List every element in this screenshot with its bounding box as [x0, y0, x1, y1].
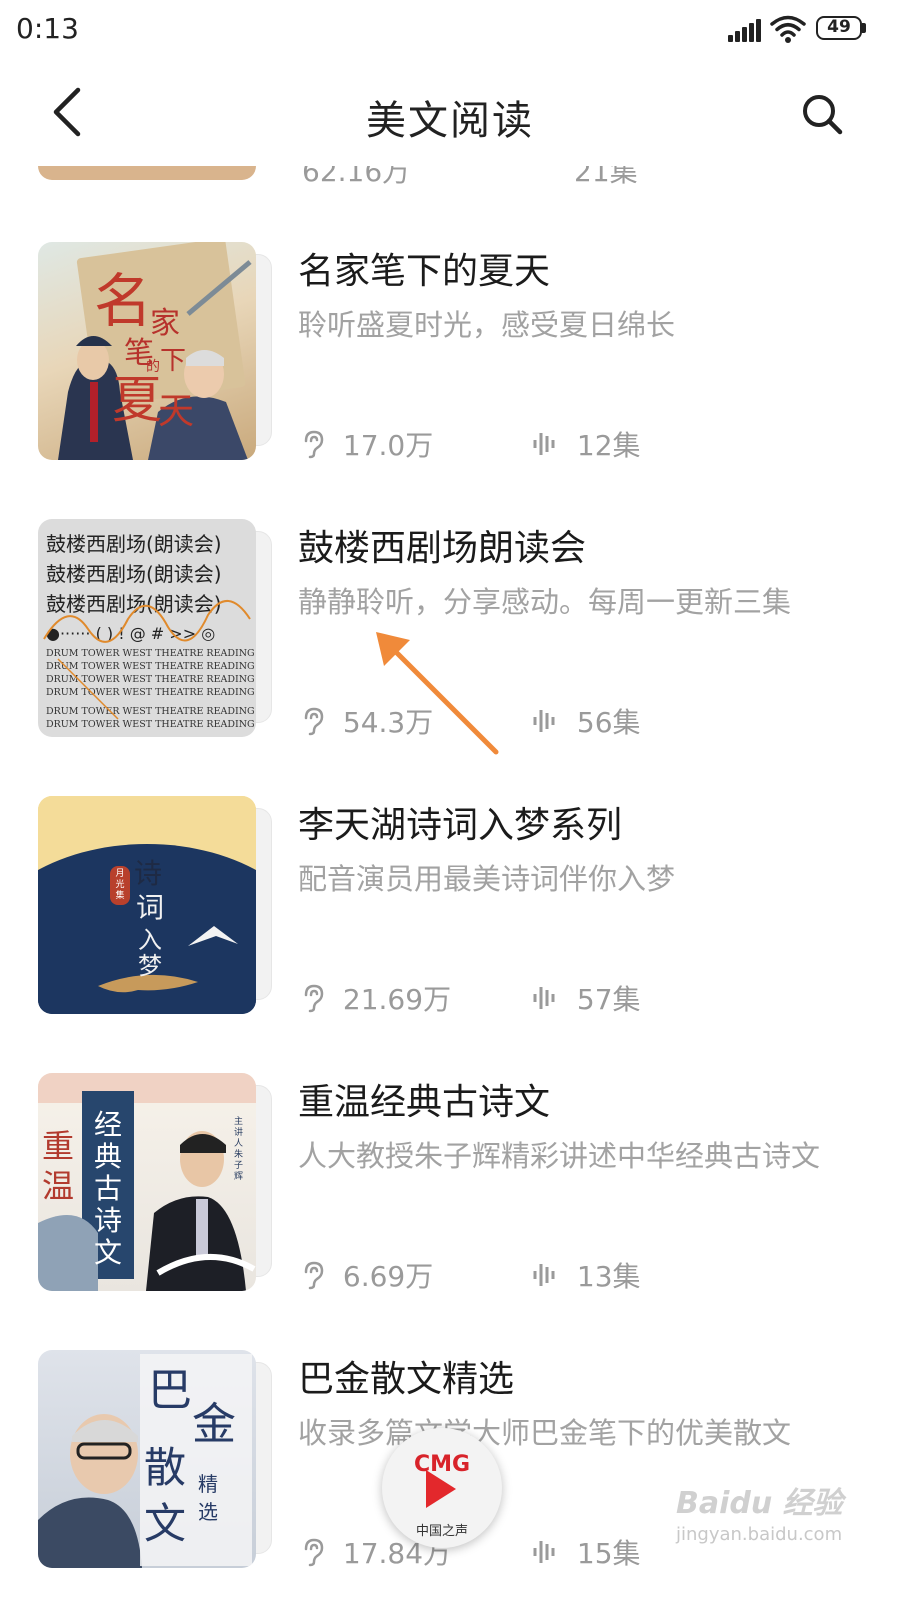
- list-item[interactable]: 诗 词 入 梦 月光集 李天湖诗词入梦系列 配音演员用最美诗词伴你入梦 21.6…: [0, 796, 900, 1056]
- episode-count: 56集: [532, 701, 641, 741]
- cover-char: 金: [192, 1399, 236, 1450]
- cover-scribble: [43, 599, 251, 720]
- album-description: 配音演员用最美诗词伴你入梦: [298, 862, 676, 896]
- album-title[interactable]: 巴金散文精选: [298, 1350, 514, 1402]
- cover-char: 下: [160, 346, 187, 376]
- annotation-arrow-icon: [376, 632, 499, 755]
- cover-vertical-title: 经典古诗文: [94, 1108, 123, 1269]
- episode-count-value: 15集: [576, 1537, 641, 1570]
- player-subtitle: 中国之声: [415, 1524, 468, 1539]
- album-cover[interactable]: 诗 词 入 梦 月光集: [38, 796, 272, 1014]
- album-description: 静静聆听，分享感动。每周一更新三集: [298, 585, 792, 619]
- audio-wave-icon: [533, 1541, 555, 1563]
- album-list[interactable]: 62.16万 21集 名 家 笔 下 的 夏 天 名家笔下的夏天 聆听盛夏时光，…: [0, 0, 900, 1600]
- cover-char: 天: [158, 391, 195, 432]
- cover-art: 名 家 笔 下 的 夏 天: [38, 242, 256, 460]
- album-description: 收录多篇文学大师巴金笔下的优美散文: [298, 1416, 792, 1450]
- watermark-brand: Baidu 经验: [676, 1486, 843, 1521]
- cover-char: 名: [94, 267, 153, 335]
- cover-char: 精: [198, 1472, 218, 1496]
- ear-icon: [304, 984, 324, 1013]
- play-count-value: 21.69万: [342, 983, 452, 1016]
- ear-icon: [304, 1538, 324, 1567]
- episode-count: 57集: [532, 978, 641, 1018]
- cover-char: 文: [144, 1499, 187, 1548]
- play-count: 17.0万: [302, 424, 433, 464]
- list-item[interactable]: 重 温 经典古诗文 主讲人 朱子辉 重温经典古诗文 人大教授朱子辉精彩讲述中华经…: [0, 1073, 900, 1333]
- album-cover[interactable]: 名 家 笔 下 的 夏 天: [38, 242, 272, 460]
- audio-wave-icon: [533, 1264, 555, 1286]
- play-count: 6.69万: [302, 1255, 433, 1295]
- audio-wave-icon: [533, 987, 555, 1009]
- cover-char: 散: [144, 1443, 187, 1492]
- episode-count-value: 56集: [576, 706, 641, 739]
- watermark: Baidu 经验 jingyan.baidu.com: [676, 1478, 876, 1558]
- cover-seal: 月光集: [110, 866, 130, 905]
- album-stats: 17.0万 12集: [302, 424, 862, 464]
- episode-count: 13集: [532, 1255, 641, 1295]
- album-description: 聆听盛夏时光，感受夏日绵长: [298, 308, 676, 342]
- ear-icon: [304, 707, 324, 736]
- cover-char: 梦: [138, 952, 162, 980]
- cover-art: 鼓楼西剧场(朗读会) 鼓楼西剧场(朗读会) 鼓楼西剧场(朗读会) ●······…: [38, 519, 256, 737]
- cover-char: 巴: [148, 1365, 192, 1416]
- cover-art: 巴 金 散 文 精 选: [38, 1350, 256, 1568]
- cover-art: 诗 词 入 梦 月光集: [38, 796, 256, 1014]
- page-title: 美文阅读: [366, 98, 534, 144]
- play-count-value: 17.0万: [342, 429, 434, 462]
- audio-wave-icon: [533, 710, 555, 732]
- album-cover[interactable]: 鼓楼西剧场(朗读会) 鼓楼西剧场(朗读会) 鼓楼西剧场(朗读会) ●······…: [38, 519, 272, 737]
- title-bar: 美文阅读: [0, 62, 900, 166]
- episode-count: 15集: [532, 1532, 641, 1572]
- episode-count-value: 12集: [576, 429, 641, 462]
- episode-count: 12集: [532, 424, 641, 464]
- album-title[interactable]: 名家笔下的夏天: [298, 242, 550, 294]
- play-count-value: 6.69万: [342, 1260, 434, 1293]
- cover-char: 选: [198, 1500, 218, 1524]
- search-icon[interactable]: [798, 90, 846, 138]
- cover-char: 夏: [112, 371, 162, 429]
- album-description: 人大教授朱子辉精彩讲述中华经典古诗文: [298, 1139, 821, 1173]
- floating-player-button[interactable]: CMG 中国之声: [382, 1428, 502, 1548]
- cover-art: 重 温 经典古诗文 主讲人 朱子辉: [38, 1073, 256, 1291]
- album-cover[interactable]: 巴 金 散 文 精 选: [38, 1350, 272, 1568]
- ear-icon: [304, 430, 324, 459]
- album-title[interactable]: 鼓楼西剧场朗读会: [298, 519, 586, 571]
- album-stats: 6.69万 13集: [302, 1255, 862, 1295]
- album-stats: 21.69万 57集: [302, 978, 862, 1018]
- ear-icon: [304, 1261, 324, 1290]
- album-title[interactable]: 重温经典古诗文: [298, 1073, 550, 1125]
- play-count: 21.69万: [302, 978, 451, 1018]
- episode-count-value: 13集: [576, 1260, 641, 1293]
- cover-char: 温: [42, 1167, 75, 1205]
- episode-count-value: 57集: [576, 983, 641, 1016]
- cover-char: 家: [150, 306, 180, 341]
- watermark-url: jingyan.baidu.com: [676, 1524, 843, 1545]
- album-title[interactable]: 李天湖诗词入梦系列: [298, 796, 622, 848]
- album-cover[interactable]: 重 温 经典古诗文 主讲人 朱子辉: [38, 1073, 272, 1291]
- list-item[interactable]: 名 家 笔 下 的 夏 天 名家笔下的夏天 聆听盛夏时光，感受夏日绵长 17.0…: [0, 242, 900, 502]
- cover-presenter: 主讲人 朱子辉: [234, 1117, 244, 1182]
- audio-wave-icon: [533, 433, 555, 455]
- play-icon[interactable]: [426, 1470, 456, 1508]
